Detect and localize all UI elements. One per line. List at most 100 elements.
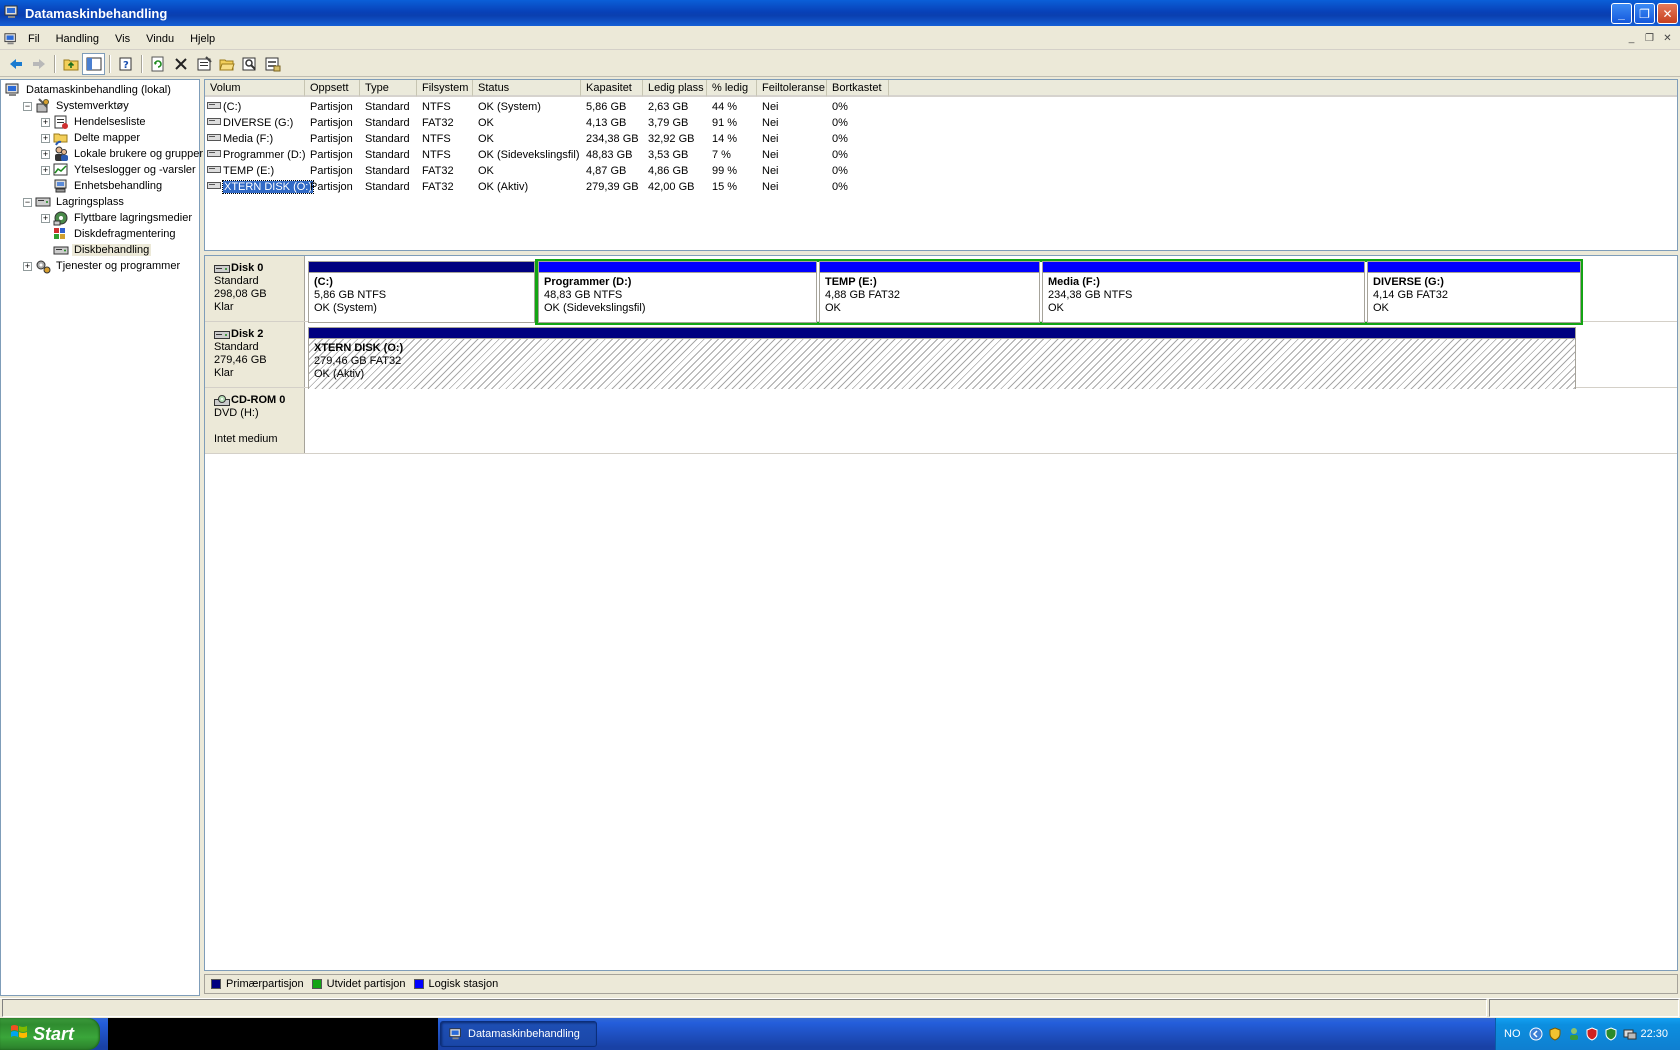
antivirus-icon[interactable] [1584, 1026, 1600, 1042]
system-menu-icon[interactable] [4, 32, 20, 46]
partition-text: Programmer (D:) 48,83 GB NTFS OK (Sideveks… [539, 273, 816, 315]
tree-item[interactable]: Diskbehandling [1, 242, 199, 258]
forward-arrow-icon [32, 58, 45, 69]
tree-item[interactable]: + Delte mapper [1, 130, 199, 146]
expand-icon[interactable]: + [41, 165, 50, 175]
back-button[interactable] [4, 53, 27, 75]
table-row[interactable]: XTERN DISK (O:) Partisjon Standard FAT32 OK … [205, 179, 1105, 195]
table-row[interactable]: (C:) Partisjon Standard NTFS OK (System) 5,86… [205, 99, 1105, 115]
tree-item[interactable]: + Tjenester og programmer [1, 258, 199, 274]
collapse-icon[interactable]: − [23, 101, 32, 111]
table-cell-text: FAT32 [422, 181, 454, 193]
expand-icon[interactable]: + [23, 261, 32, 271]
menu-view[interactable]: Vis [107, 33, 138, 45]
table-cell: 42,00 GB [643, 179, 707, 195]
table-cell-text: 4,13 GB [586, 117, 627, 129]
table-row[interactable]: TEMP (E:) Partisjon Standard FAT32 OK 4,87 GB… [205, 163, 1105, 179]
table-cell: 15 % [707, 179, 757, 195]
partition[interactable]: (C:) 5,86 GB NTFS OK (System) [308, 261, 535, 323]
partition[interactable]: Programmer (D:) 48,83 GB NTFS OK (Sideveks… [538, 261, 817, 323]
tree-item[interactable]: Enhetsbehandling [1, 178, 199, 194]
disk-graphical-view: Disk 0 Standard 298,08 GB Klar (C:) 5,86 GB … [204, 255, 1678, 971]
show-hide-tree-button[interactable] [82, 52, 105, 75]
tree-item[interactable]: + Ytelseslogger og -varsler [1, 162, 199, 178]
refresh-button[interactable] [146, 53, 169, 75]
clock[interactable]: 22:30 [1640, 1028, 1668, 1040]
disk-label[interactable]: Disk 2 Standard 279,46 GB Klar [205, 322, 305, 387]
tree-item[interactable]: − Lagringsplass [1, 194, 199, 210]
mdi-restore-icon[interactable]: ❐ [1642, 31, 1657, 46]
tree-item[interactable]: − Systemverktøy [1, 98, 199, 114]
disk-label[interactable]: Disk 0 Standard 298,08 GB Klar [205, 256, 305, 321]
tree-item[interactable]: Datamaskinbehandling (lokal) [1, 82, 199, 98]
partition[interactable]: TEMP (E:) 4,88 GB FAT32 OK [819, 261, 1040, 323]
column-header[interactable]: Kapasitet [581, 80, 643, 97]
menu-file[interactable]: Fil [20, 33, 48, 45]
table-cell-text: Nei [762, 101, 779, 113]
table-cell-text: 0% [832, 181, 848, 193]
column-header[interactable]: Volum [205, 80, 305, 97]
table-row[interactable]: Media (F:) Partisjon Standard NTFS OK 234,38 … [205, 131, 1105, 147]
column-header[interactable]: % ledig [707, 80, 757, 97]
table-cell: 0% [827, 179, 889, 195]
disk-label[interactable]: CD-ROM 0 DVD (H:) Intet medium [205, 388, 305, 453]
search-button[interactable] [238, 53, 261, 75]
title-bar[interactable]: Datamaskinbehandling _ ❐ ✕ [0, 0, 1680, 26]
column-header[interactable]: Oppsett [305, 80, 360, 97]
firewall-icon[interactable] [1603, 1026, 1619, 1042]
settings-button[interactable] [261, 53, 284, 75]
menu-help[interactable]: Hjelp [182, 33, 223, 45]
mdi-close-icon[interactable]: ✕ [1660, 31, 1675, 46]
tray-arrow-icon[interactable] [1529, 1026, 1545, 1042]
properties-button[interactable] [192, 53, 215, 75]
collapse-icon[interactable]: − [23, 197, 32, 207]
forward-button[interactable] [27, 53, 50, 75]
expand-icon[interactable]: + [41, 213, 50, 223]
column-header[interactable]: Type [360, 80, 417, 97]
details-pane: Volum Oppsett Type Filsystem Status Kapasitet… [204, 79, 1680, 996]
column-header[interactable]: Ledig plass [643, 80, 707, 97]
partition[interactable]: DIVERSE (G:) 4,14 GB FAT32 OK [1367, 261, 1581, 323]
expand-icon[interactable]: + [41, 117, 50, 127]
table-row[interactable]: DIVERSE (G:) Partisjon Standard FAT32 OK 4,13… [205, 115, 1105, 131]
column-header[interactable]: Feiltoleranse [757, 80, 827, 97]
user-icon[interactable] [1566, 1026, 1582, 1042]
minimize-button[interactable]: _ [1611, 3, 1632, 24]
open-folder-button[interactable] [215, 53, 238, 75]
table-row[interactable]: Programmer (D:) Partisjon Standard NTFS OK (… [205, 147, 1105, 163]
menu-window[interactable]: Vindu [138, 33, 182, 45]
maximize-button[interactable]: ❐ [1634, 3, 1655, 24]
close-button[interactable]: ✕ [1657, 3, 1678, 24]
partition[interactable]: Media (F:) 234,38 GB NTFS OK [1042, 261, 1365, 323]
column-header[interactable]: Status [473, 80, 581, 97]
tree-item-label: Diskdefragmentering [74, 228, 176, 240]
delete-button[interactable] [169, 53, 192, 75]
up-button[interactable] [59, 53, 82, 75]
language-indicator[interactable]: NO [1504, 1028, 1521, 1040]
table-cell: FAT32 [417, 115, 473, 131]
volume-list[interactable]: Volum Oppsett Type Filsystem Status Kapasitet… [204, 79, 1678, 251]
table-cell-text: 4,86 GB [648, 165, 689, 177]
tree-item[interactable]: Diskdefragmentering [1, 226, 199, 242]
table-cell-text: OK [478, 165, 494, 177]
table-cell: 99 % [707, 163, 757, 179]
start-button[interactable]: Start [0, 1018, 100, 1050]
column-header[interactable]: Bortkastet [827, 80, 889, 97]
network-icon[interactable] [1622, 1026, 1638, 1042]
partition[interactable]: XTERN DISK (O:) 279,46 GB FAT32 OK (Aktiv) [308, 327, 1576, 389]
tree-item[interactable]: + Flyttbare lagringsmedier [1, 210, 199, 226]
taskbar-item-computer-management[interactable]: Datamaskinbehandling [440, 1021, 597, 1047]
help-button[interactable]: ? [114, 53, 137, 75]
partition-text: DIVERSE (G:) 4,14 GB FAT32 OK [1368, 273, 1580, 315]
mdi-minimize-icon[interactable]: _ [1624, 31, 1639, 46]
security-shield-icon[interactable] [1547, 1026, 1563, 1042]
svg-text:?: ? [123, 60, 129, 71]
show-hide-tree-icon [86, 57, 101, 70]
tree-item[interactable]: + Hendelsesliste [1, 114, 199, 130]
column-header[interactable]: Filsystem [417, 80, 473, 97]
expand-icon[interactable]: + [41, 149, 50, 159]
tree-item[interactable]: + Lokale brukere og grupper [1, 146, 203, 162]
table-cell: TEMP (E:) [205, 163, 305, 179]
menu-action[interactable]: Handling [48, 33, 107, 45]
expand-icon[interactable]: + [41, 133, 50, 143]
